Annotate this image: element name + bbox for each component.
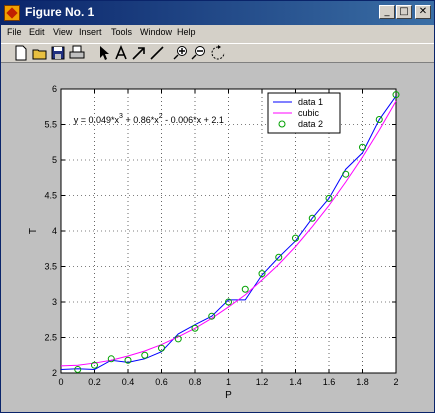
- legend-label: data 2: [298, 119, 323, 129]
- toolbar: [1, 43, 434, 63]
- x-tick-label: 0.8: [189, 377, 202, 387]
- legend-label: data 1: [298, 97, 323, 107]
- menu-view[interactable]: View: [53, 27, 72, 37]
- rotate-icon[interactable]: [210, 45, 226, 61]
- y-tick-label: 3.5: [44, 262, 57, 272]
- x-tick-label: 2: [393, 377, 398, 387]
- text-icon[interactable]: [113, 45, 129, 61]
- x-tick-label: 1.6: [323, 377, 336, 387]
- menu-insert[interactable]: Insert: [79, 27, 102, 37]
- x-tick-label: 1.8: [356, 377, 369, 387]
- x-tick-label: 1.4: [289, 377, 302, 387]
- x-tick-label: 0.2: [88, 377, 101, 387]
- x-tick-label: 1.2: [256, 377, 269, 387]
- y-tick-label: 2: [52, 368, 57, 378]
- y-tick-label: 4.5: [44, 191, 57, 201]
- menu-help[interactable]: Help: [177, 27, 196, 37]
- y-tick-label: 3: [52, 297, 57, 307]
- figure-window: Figure No. 1 _ □ ✕ File Edit View Insert…: [0, 0, 435, 413]
- menu-window[interactable]: Window: [140, 27, 172, 37]
- maximize-button[interactable]: □: [396, 5, 412, 19]
- x-tick-label: 0: [58, 377, 63, 387]
- y-tick-label: 2.5: [44, 333, 57, 343]
- menu-tools[interactable]: Tools: [111, 27, 132, 37]
- new-icon[interactable]: [13, 45, 29, 61]
- y-tick-label: 5.5: [44, 120, 57, 130]
- matlab-icon[interactable]: [4, 5, 20, 21]
- line-icon[interactable]: [149, 45, 165, 61]
- legend: data 1cubicdata 2: [267, 92, 341, 134]
- menu-edit[interactable]: Edit: [29, 27, 45, 37]
- close-button[interactable]: ✕: [415, 5, 431, 19]
- chart[interactable]: 0 0.2 0.4 0.6 0.8 1 1.2 1.4 1.6 1.8 2 2 2.5 3 3.5 4 4.5 5…: [1, 63, 434, 412]
- legend-label: cubic: [298, 108, 320, 118]
- y-tick-label: 4: [52, 226, 57, 236]
- y-tick-label: 5: [52, 155, 57, 165]
- fit-equation: y = 0.049*x3 + 0.86*x2 - 0.006*x + 2.1: [74, 113, 224, 125]
- x-tick-label: 0.4: [122, 377, 135, 387]
- zoom-out-icon[interactable]: [191, 45, 207, 61]
- print-icon[interactable]: [69, 45, 85, 61]
- x-axis-label: P: [225, 390, 232, 401]
- zoom-in-icon[interactable]: [173, 45, 189, 61]
- open-icon[interactable]: [32, 45, 48, 61]
- menu-file[interactable]: File: [7, 27, 22, 37]
- save-icon[interactable]: [50, 45, 66, 61]
- window-title: Figure No. 1: [25, 5, 95, 19]
- x-tick-label: 0.6: [155, 377, 168, 387]
- x-tick-label: 1: [226, 377, 231, 387]
- arrow-icon[interactable]: [131, 45, 147, 61]
- y-tick-label: 6: [52, 84, 57, 94]
- y-axis-label: T: [28, 228, 39, 234]
- plot-area: 0 0.2 0.4 0.6 0.8 1 1.2 1.4 1.6 1.8 2 2 2.5 3 3.5 4 4.5 5…: [1, 63, 434, 412]
- title-bar[interactable]: Figure No. 1 _ □ ✕: [1, 1, 434, 25]
- select-arrow-icon[interactable]: [96, 45, 112, 61]
- minimize-button[interactable]: _: [379, 5, 395, 19]
- menu-bar: File Edit View Insert Tools Window Help: [1, 25, 434, 43]
